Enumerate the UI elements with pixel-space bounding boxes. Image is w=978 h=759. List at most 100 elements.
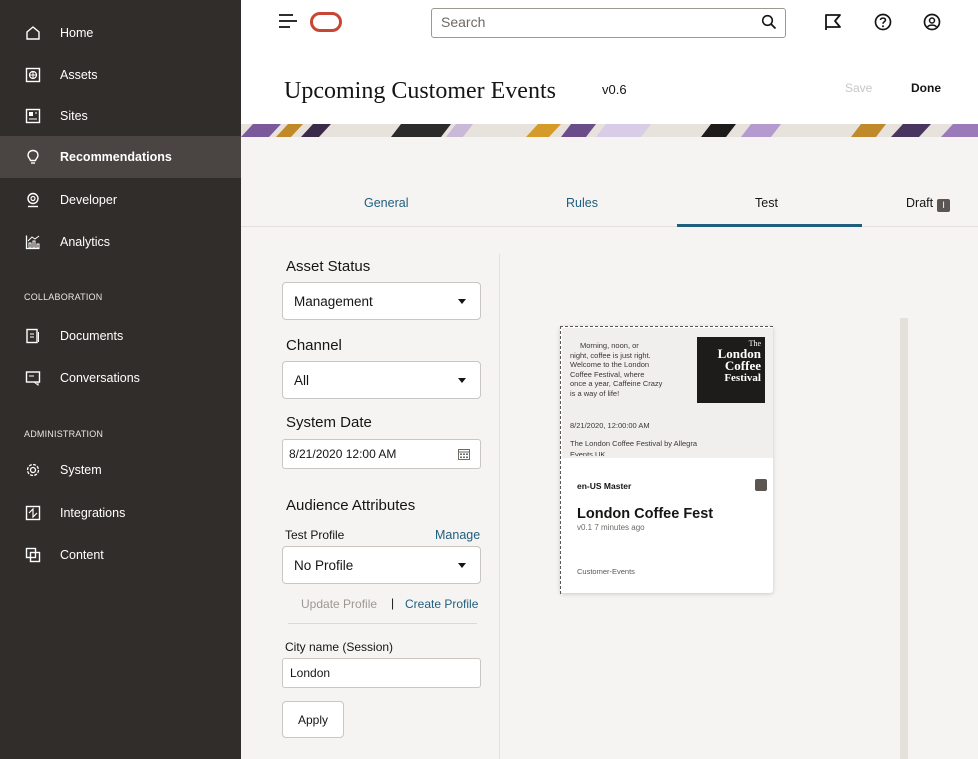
profile-value: No Profile bbox=[294, 557, 354, 573]
sidebar-item-sites[interactable]: Sites bbox=[0, 95, 241, 137]
sidebar-item-label: Recommendations bbox=[60, 150, 172, 164]
create-profile-link[interactable]: Create Profile bbox=[405, 597, 478, 611]
system-date-input[interactable]: 8/21/2020 12:00 AM bbox=[282, 439, 481, 469]
documents-icon bbox=[24, 327, 42, 345]
flag-icon[interactable] bbox=[821, 10, 845, 34]
home-icon bbox=[24, 24, 42, 42]
asset-status-select[interactable]: Management bbox=[282, 282, 481, 320]
sidebar-item-label: Developer bbox=[60, 193, 117, 207]
apply-button[interactable]: Apply bbox=[282, 701, 344, 738]
body-line: once a year, Caffeine Crazy bbox=[570, 379, 663, 388]
sidebar-item-content[interactable]: Content bbox=[0, 534, 241, 576]
sidebar-item-analytics[interactable]: Analytics bbox=[0, 221, 241, 263]
chevron-down-icon bbox=[458, 563, 466, 568]
page-title: Upcoming Customer Events bbox=[284, 78, 556, 104]
active-tab-indicator bbox=[677, 224, 862, 227]
body-line: night, coffee is just right. bbox=[570, 350, 651, 360]
body-line: Morning, noon, or bbox=[580, 341, 639, 350]
sidebar-item-label: Conversations bbox=[60, 371, 140, 385]
test-profile-label: Test Profile bbox=[285, 528, 345, 542]
lightbulb-icon bbox=[24, 148, 42, 166]
card-body-text: Morning, noon, or night, coffee is just … bbox=[570, 341, 690, 398]
update-profile-link[interactable]: Update Profile bbox=[301, 597, 377, 611]
card-selection-border bbox=[560, 326, 561, 594]
card-title[interactable]: London Coffee Fest bbox=[577, 506, 713, 522]
search-input[interactable] bbox=[432, 9, 732, 35]
city-name-value: London bbox=[290, 666, 331, 680]
chevron-down-icon bbox=[458, 299, 466, 304]
card-event-date: 8/21/2020, 12:00:00 AM bbox=[570, 421, 650, 430]
channel-label: Channel bbox=[286, 337, 342, 354]
body-line: Welcome to the London bbox=[570, 360, 650, 369]
integrations-icon bbox=[24, 504, 42, 522]
conversations-icon bbox=[24, 369, 42, 387]
divider bbox=[288, 623, 477, 624]
sidebar-item-conversations[interactable]: Conversations bbox=[0, 357, 241, 399]
sidebar-item-integrations[interactable]: Integrations bbox=[0, 492, 241, 534]
poster-text: Coffee bbox=[724, 358, 761, 373]
user-icon[interactable] bbox=[920, 10, 944, 34]
sidebar-item-home[interactable]: Home bbox=[0, 12, 241, 54]
audience-attributes-heading: Audience Attributes bbox=[286, 497, 416, 514]
sidebar-item-label: Documents bbox=[60, 329, 124, 343]
card-locale: en-US Master bbox=[577, 481, 632, 491]
draft-label: Draft bbox=[906, 196, 934, 210]
city-name-input[interactable]: London bbox=[282, 658, 481, 688]
sidebar: Home Assets Sites Recommendations Develo… bbox=[0, 0, 241, 759]
search-box bbox=[431, 8, 786, 38]
channel-select[interactable]: All bbox=[282, 361, 481, 399]
sidebar-item-label: Integrations bbox=[60, 506, 126, 520]
sidebar-item-label: Assets bbox=[60, 68, 98, 82]
body-line: Coffee Festival, where bbox=[570, 369, 645, 379]
menu-icon[interactable] bbox=[279, 14, 297, 28]
help-icon[interactable] bbox=[871, 10, 895, 34]
assets-icon bbox=[24, 66, 42, 84]
analytics-icon bbox=[24, 233, 42, 251]
system-date-label: System Date bbox=[286, 414, 372, 431]
developer-icon bbox=[24, 191, 42, 209]
card-category: Customer-Events bbox=[577, 567, 635, 576]
manage-link[interactable]: Manage bbox=[435, 528, 480, 542]
card-description: The London Coffee Festival by Allegra bbox=[570, 439, 698, 448]
sidebar-item-system[interactable]: System bbox=[0, 449, 241, 491]
sidebar-item-recommendations[interactable]: Recommendations bbox=[0, 136, 241, 178]
decorative-banner bbox=[241, 124, 978, 137]
sidebar-item-label: System bbox=[60, 463, 102, 477]
sites-icon bbox=[24, 107, 42, 125]
tab-rules[interactable]: Rules bbox=[566, 196, 598, 210]
draft-badge: I bbox=[937, 199, 951, 212]
search-icon[interactable] bbox=[761, 14, 777, 35]
sidebar-item-documents[interactable]: Documents bbox=[0, 315, 241, 357]
content-icon bbox=[24, 546, 42, 564]
sidebar-item-label: Sites bbox=[60, 109, 88, 123]
poster-text: Festival bbox=[724, 372, 761, 384]
sidebar-item-label: Content bbox=[60, 548, 104, 562]
done-button[interactable]: Done bbox=[911, 81, 941, 95]
draft-status: Draft I bbox=[906, 196, 951, 212]
status-badge bbox=[755, 479, 767, 491]
sidebar-item-developer[interactable]: Developer bbox=[0, 179, 241, 221]
save-button[interactable]: Save bbox=[845, 81, 872, 95]
channel-value: All bbox=[294, 372, 310, 388]
chevron-down-icon bbox=[458, 378, 466, 383]
tab-general[interactable]: General bbox=[364, 196, 408, 210]
sidebar-item-label: Analytics bbox=[60, 235, 111, 249]
preview-scrollbar[interactable] bbox=[900, 318, 908, 759]
system-date-value: 8/21/2020 12:00 AM bbox=[289, 447, 397, 461]
profile-select[interactable]: No Profile bbox=[282, 546, 481, 584]
card-description-cont: Events UK bbox=[570, 450, 606, 456]
body-line: is a way of life! bbox=[570, 388, 620, 398]
tab-divider bbox=[241, 226, 978, 227]
link-separator: | bbox=[391, 596, 395, 610]
top-bar bbox=[241, 0, 978, 44]
tab-test[interactable]: Test bbox=[755, 196, 778, 210]
calendar-icon[interactable] bbox=[458, 448, 470, 463]
collaboration-heading: COLLABORATION bbox=[24, 292, 103, 302]
version-label: v0.6 bbox=[602, 82, 627, 97]
sidebar-item-assets[interactable]: Assets bbox=[0, 54, 241, 96]
gear-icon bbox=[24, 461, 42, 479]
city-name-label: City name (Session) bbox=[285, 640, 394, 654]
oracle-logo[interactable] bbox=[310, 12, 342, 32]
asset-status-label: Asset Status bbox=[286, 258, 371, 275]
asset-status-value: Management bbox=[294, 293, 373, 309]
